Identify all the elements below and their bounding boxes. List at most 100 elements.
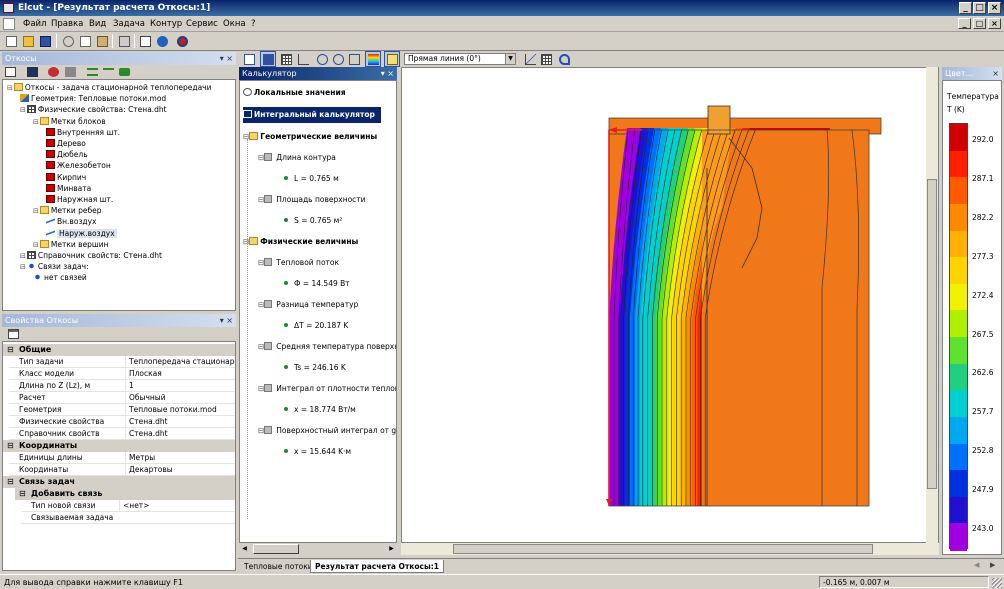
menu-contour[interactable]: Контур (147, 18, 185, 30)
field-view[interactable] (401, 67, 939, 543)
property-row[interactable]: Длина по Z (Lz), м 1 (9, 380, 235, 392)
color-map-icon[interactable] (365, 51, 381, 67)
contour-type-dropdown[interactable]: Прямая линия (0°) ▼ (404, 53, 516, 65)
tab-prev-icon[interactable]: ◀ (974, 561, 979, 569)
scroll-thumb[interactable] (253, 544, 299, 554)
filter-icon[interactable] (103, 68, 114, 76)
calc-group[interactable]: ⊟ Геометрические величины (243, 131, 377, 142)
tree-item[interactable]: Железобетон (46, 160, 111, 171)
child-minimize-button[interactable]: _ (958, 18, 971, 29)
scroll-left-icon[interactable]: ◀ (239, 543, 250, 555)
categorized-icon[interactable] (8, 329, 19, 339)
chevron-down-icon[interactable]: ▼ (505, 54, 515, 64)
view-icon[interactable] (5, 67, 16, 77)
expand-icon[interactable]: ⊟ (33, 241, 39, 249)
paste-icon[interactable] (94, 33, 110, 49)
collapse-icon[interactable]: ⊟ (7, 440, 14, 452)
field-vscrollbar[interactable] (926, 67, 938, 543)
menu-task[interactable]: Задача (110, 18, 148, 30)
expand-icon[interactable]: ⊟ (7, 84, 13, 92)
context-help-icon[interactable] (137, 33, 153, 49)
refresh-icon[interactable] (119, 68, 130, 76)
tree-item[interactable]: ⊟ Метки ребер (33, 205, 102, 216)
property-row[interactable]: Единицы длины Метры (9, 452, 235, 464)
tree-item[interactable]: ⊟ Откосы - задача стационарной теплоперед… (7, 82, 211, 93)
local-values-item[interactable]: Локальные значения (243, 87, 346, 98)
collapse-icon[interactable]: ⊟ (19, 488, 26, 500)
sort-icon[interactable] (87, 68, 98, 76)
collapse-icon[interactable]: ⊟ (7, 344, 14, 356)
property-category[interactable]: ⊟ Связь задач (3, 476, 235, 488)
tree-item[interactable]: ⊟ Связи задач: (20, 261, 89, 272)
integral-calc-item[interactable]: Интегральный калькулятор (243, 107, 381, 123)
tab-heat-flows[interactable]: Тепловые потоки (240, 560, 317, 573)
expand-icon[interactable]: ⊟ (33, 207, 39, 215)
calc-group[interactable]: ⊟ Физические величины (243, 236, 358, 247)
expand-icon[interactable]: ⊟ (20, 263, 26, 271)
tree-item[interactable]: ⊟ Физические свойства: Стена.dht (20, 104, 167, 115)
tree-item[interactable]: ⊟ Метки блоков (33, 116, 106, 127)
xy-plot-icon[interactable] (295, 51, 311, 67)
zoom-in-icon[interactable] (314, 51, 330, 67)
tree-item[interactable]: Наруж.воздух (46, 228, 117, 239)
cut-icon[interactable] (60, 33, 76, 49)
properties-icon[interactable] (48, 67, 59, 77)
property-row[interactable]: Связываемая задача (21, 512, 235, 524)
property-value[interactable]: Плоская (125, 368, 235, 380)
tree-item[interactable]: ⊟ Метки вершин (33, 239, 109, 250)
tree-item[interactable]: Геометрия: Тепловые потоки.mod (20, 93, 166, 104)
calc-item[interactable]: ⊟ Разница температур (258, 299, 358, 310)
panel-menu-icon[interactable]: ▾ (220, 54, 224, 63)
menu-help[interactable]: ? (248, 18, 259, 30)
property-value[interactable]: Стена.dht (125, 416, 235, 428)
table-view-icon[interactable] (278, 51, 294, 67)
print-tree-icon[interactable] (65, 67, 76, 77)
table-icon[interactable] (538, 51, 554, 67)
menu-service[interactable]: Сервис (183, 18, 221, 30)
property-category[interactable]: ⊟ Координаты (3, 440, 235, 452)
expand-icon[interactable]: ⊟ (20, 106, 26, 114)
property-row[interactable]: Геометрия Тепловые потоки.mod (9, 404, 235, 416)
calc-hscrollbar[interactable]: ◀ ▶ (239, 543, 397, 555)
zoom-out-icon[interactable] (330, 51, 346, 67)
isolines-icon[interactable] (384, 51, 400, 67)
property-value[interactable]: <нет> (119, 500, 231, 512)
calc-item[interactable]: ⊟ Средняя температура поверхно (258, 341, 396, 352)
new-icon[interactable] (3, 33, 19, 49)
tab-next-icon[interactable]: ▶ (990, 561, 995, 569)
property-value[interactable]: Теплопередача стационарная (125, 356, 235, 368)
tab-result[interactable]: Результат расчета Откосы:1 (310, 560, 444, 573)
maximize-button[interactable]: □ (973, 2, 986, 14)
tree-item[interactable]: Дерево (46, 138, 86, 149)
property-row[interactable]: Расчет Обычный (9, 392, 235, 404)
menu-edit[interactable]: Правка (48, 18, 86, 30)
tree-item[interactable]: Внутренняя шт. (46, 127, 120, 138)
property-row[interactable]: Тип новой связи <нет> (21, 500, 235, 512)
panel-close-icon[interactable]: × (387, 69, 394, 78)
property-value[interactable]: Стена.dht (125, 428, 235, 440)
scroll-thumb[interactable] (927, 179, 937, 489)
save-icon[interactable] (37, 33, 53, 49)
property-row[interactable]: Физические свойства Стена.dht (9, 416, 235, 428)
panel-close-icon[interactable]: × (226, 54, 233, 63)
zoom-fit-icon[interactable] (346, 51, 362, 67)
print-icon[interactable] (116, 33, 132, 49)
window-icon[interactable] (241, 51, 257, 67)
collapse-icon[interactable]: ⊟ (7, 476, 14, 488)
elcut-icon[interactable] (174, 33, 190, 49)
tree-item[interactable]: ⊟ Справочник свойств: Стена.dht (20, 250, 162, 261)
scroll-thumb[interactable] (453, 544, 873, 554)
menu-windows[interactable]: Окна (220, 18, 249, 30)
property-category[interactable]: ⊟ Добавить связь (15, 488, 235, 500)
field-hscrollbar[interactable] (401, 543, 939, 555)
close-button[interactable]: × (988, 2, 1001, 14)
tree-item[interactable]: Минвата (46, 183, 91, 194)
menu-view[interactable]: Вид (86, 18, 109, 30)
property-value[interactable]: Тепловые потоки.mod (125, 404, 235, 416)
property-row[interactable]: Координаты Декартовы (9, 464, 235, 476)
panel-close-icon[interactable]: × (226, 316, 233, 325)
plot-icon[interactable] (522, 51, 538, 67)
tree-item[interactable]: нет связей (33, 272, 87, 283)
property-row[interactable]: Справочник свойств Стена.dht (9, 428, 235, 440)
tree-item[interactable]: Кирпич (46, 172, 86, 183)
